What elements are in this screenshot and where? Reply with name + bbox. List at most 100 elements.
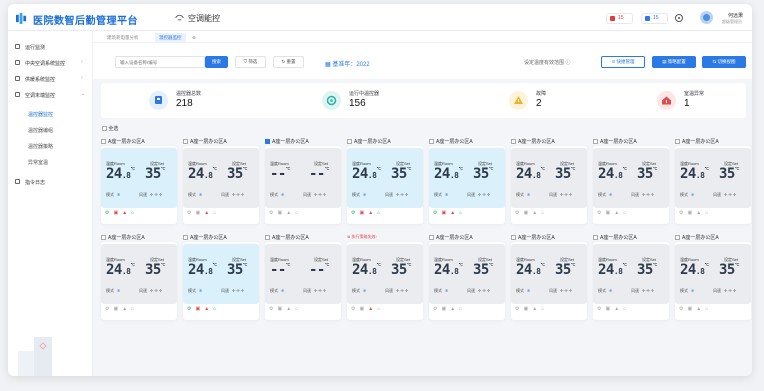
sidebar-sub-thermostat-monitor[interactable]: 温控器监控 (28, 111, 53, 118)
lock-icon[interactable]: ▣ (277, 210, 282, 216)
power-icon[interactable]: ⚙ (679, 210, 683, 216)
card-checkbox[interactable] (347, 139, 352, 145)
thermostat-card[interactable]: A座一层办公区A 温度Room 设定Set --℃ --℃ 模式 ❄ 风速 ✢✢✢ … (265, 138, 341, 224)
alert-icon[interactable]: ▲ (122, 306, 127, 312)
home-icon[interactable]: ⌂ (623, 306, 626, 312)
alert-icon[interactable]: ▲ (532, 306, 537, 312)
quick-manage-button[interactable]: ⊙ 快捷管理 (601, 56, 645, 68)
power-icon[interactable]: ⚙ (597, 306, 601, 312)
card-checkbox[interactable] (511, 235, 516, 241)
card-checkbox[interactable] (183, 235, 188, 241)
search-button[interactable]: 搜索 (205, 56, 228, 68)
home-icon[interactable]: ⌂ (541, 306, 544, 312)
alert-icon[interactable]: ▲ (122, 210, 127, 216)
tab-thermostat-monitor[interactable]: 温控器监控 (155, 33, 186, 42)
card-checkbox[interactable] (675, 235, 680, 241)
alarm-badge-blue[interactable]: 15 (641, 13, 668, 24)
lock-icon[interactable]: ▣ (441, 210, 446, 216)
thermostat-card[interactable]: A座一层办公区A 温度Room 设定Set 24.8℃ 35℃ 模式 ❄ 风速 ✢✢… (593, 138, 669, 224)
alert-icon[interactable]: ▲ (614, 210, 619, 216)
alarm-badge-red[interactable]: 15 (606, 13, 633, 24)
home-icon[interactable]: ⌂ (213, 210, 216, 216)
lock-icon[interactable]: ▣ (195, 306, 200, 312)
alert-icon[interactable]: ▲ (614, 306, 619, 312)
sidebar-item-terminal[interactable]: 空调末端监控 ⌄ (8, 89, 93, 101)
alert-icon[interactable]: ▲ (696, 306, 701, 312)
alert-icon[interactable]: ▲ (696, 210, 701, 216)
thermostat-card[interactable]: A座一层办公区A 温度Room 设定Set 24.8℃ 35℃ 模式 ❄ 风速 ✢✢… (183, 138, 259, 224)
power-icon[interactable]: ⚙ (515, 210, 519, 216)
lock-icon[interactable]: ▣ (523, 210, 528, 216)
tab-building-power[interactable]: 建筑耗电量分析 (103, 33, 143, 42)
checkbox[interactable] (102, 126, 107, 132)
card-checkbox[interactable] (593, 139, 598, 145)
lock-icon[interactable]: ▣ (687, 210, 692, 216)
card-checkbox[interactable] (183, 139, 188, 145)
card-checkbox[interactable] (265, 139, 270, 145)
alert-icon[interactable]: ▲ (532, 210, 537, 216)
power-icon[interactable]: ⚙ (269, 210, 273, 216)
card-checkbox[interactable] (429, 235, 434, 241)
sidebar-item-monitor[interactable]: 运行监测 (8, 41, 93, 53)
alert-icon[interactable]: ▲ (450, 210, 455, 216)
thermostat-card[interactable]: A座一层办公区A 温度Room 设定Set 24.8℃ 35℃ 模式 ❄ 风速 ✢✢… (511, 138, 587, 224)
power-icon[interactable]: ⚙ (269, 306, 273, 312)
alert-icon[interactable]: ▲ (286, 210, 291, 216)
home-icon[interactable]: ⌂ (131, 210, 134, 216)
sidebar-sub-abnormal-temp[interactable]: 异常室温 (28, 159, 48, 166)
card-checkbox[interactable] (593, 235, 598, 241)
alert-icon[interactable]: ▲ (368, 210, 373, 216)
reset-button[interactable]: ↻ 重置 (273, 56, 304, 68)
alert-icon[interactable]: ▲ (450, 306, 455, 312)
avatar[interactable] (700, 11, 713, 24)
lock-icon[interactable]: ▣ (113, 306, 118, 312)
home-icon[interactable]: ⌂ (295, 210, 298, 216)
tab-close-button[interactable]: ⊗ (188, 33, 200, 42)
user-name[interactable]: 何远秉 (728, 12, 743, 19)
power-icon[interactable]: ⚙ (187, 306, 191, 312)
lock-icon[interactable]: ▣ (605, 210, 610, 216)
card-checkbox[interactable] (101, 139, 106, 145)
home-icon[interactable]: ⌂ (705, 210, 708, 216)
home-icon[interactable]: ⌂ (377, 210, 380, 216)
power-icon[interactable]: ⚙ (105, 210, 109, 216)
sidebar-item-heating[interactable]: 供暖系统监控 › (8, 73, 93, 85)
card-checkbox[interactable] (265, 235, 270, 241)
thermostat-card[interactable]: A座一层办公区A 温度Room 设定Set 24.8℃ 35℃ 模式 ❄ 风速 ✢✢… (675, 138, 751, 224)
lock-icon[interactable]: ▣ (113, 210, 118, 216)
power-icon[interactable]: ⚙ (433, 306, 437, 312)
thermostat-card[interactable]: A座一层办公区A 温度Room 设定Set 24.8℃ 35℃ 模式 ❄ 风速 ✢✢… (675, 234, 751, 320)
lock-icon[interactable]: ▣ (523, 306, 528, 312)
thermostat-card[interactable]: A座一层办公区A 温度Room 设定Set 24.8℃ 35℃ 模式 ❄ 风速 ✢✢… (101, 234, 177, 320)
sidebar-item-central-ac[interactable]: 中央空调系统监控 › (8, 57, 93, 69)
power-icon[interactable]: ⚙ (187, 210, 191, 216)
card-checkbox[interactable] (101, 235, 106, 241)
lock-icon[interactable]: ▣ (359, 210, 364, 216)
sidebar-item-command-log[interactable]: 指令日志 (8, 176, 93, 188)
home-icon[interactable]: ⌂ (213, 306, 216, 312)
select-all-checkbox[interactable]: 全选 (102, 125, 118, 132)
lock-icon[interactable]: ▣ (605, 306, 610, 312)
thermostat-card[interactable]: ⊗ 执行策略失效! 温度Room 设定Set 24.8℃ 35℃ 模式 ❄ 风速 ✢… (347, 234, 423, 320)
power-icon[interactable]: ⚙ (351, 210, 355, 216)
search-input[interactable] (115, 56, 205, 68)
thermostat-card[interactable]: A座一层办公区A 温度Room 设定Set 24.8℃ 35℃ 模式 ❄ 风速 ✢✢… (347, 138, 423, 224)
lock-icon[interactable]: ▣ (359, 306, 364, 312)
power-icon[interactable]: ⚙ (433, 210, 437, 216)
home-icon[interactable]: ⌂ (377, 306, 380, 312)
lock-icon[interactable]: ▣ (441, 306, 446, 312)
switch-view-button[interactable]: ⇆ 切换视图 (702, 56, 746, 68)
power-icon[interactable]: ⚙ (351, 306, 355, 312)
temp-range-hint[interactable]: 设定温度有效范围 ⓘ (524, 59, 570, 66)
thermostat-card[interactable]: A座一层办公区A 温度Room 设定Set 24.8℃ 35℃ 模式 ❄ 风速 ✢✢… (511, 234, 587, 320)
home-icon[interactable]: ⌂ (459, 210, 462, 216)
card-checkbox[interactable] (675, 139, 680, 145)
alert-icon[interactable]: ▲ (204, 306, 209, 312)
card-checkbox[interactable] (429, 139, 434, 145)
filter-button[interactable]: ⛉ 筛选 (235, 56, 266, 68)
power-icon[interactable]: ⚙ (105, 306, 109, 312)
alert-icon[interactable]: ▲ (286, 306, 291, 312)
power-icon[interactable]: ⚙ (597, 210, 601, 216)
home-icon[interactable]: ⌂ (459, 306, 462, 312)
policy-config-button[interactable]: ▤ 策略配置 (652, 56, 696, 68)
